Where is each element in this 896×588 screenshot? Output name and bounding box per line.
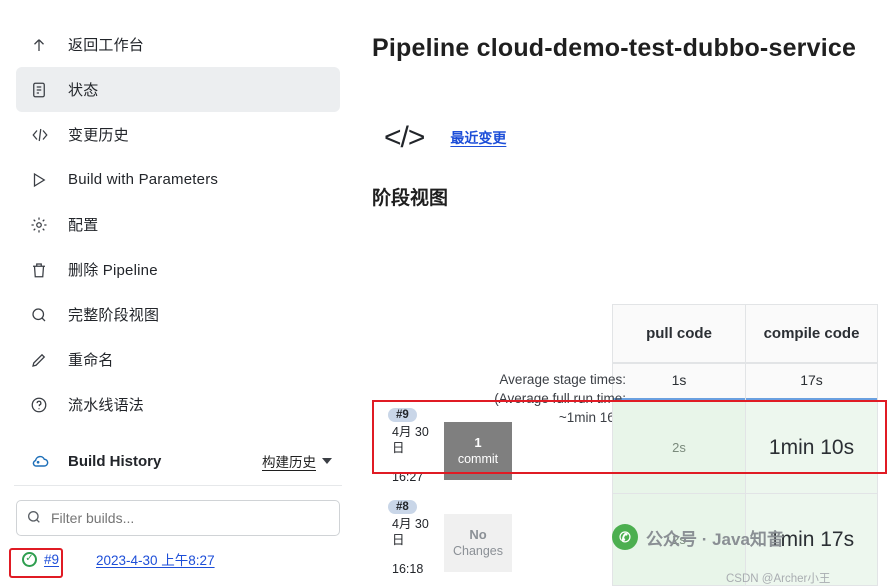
run-badge[interactable]: #8 — [388, 500, 417, 514]
sidebar-item-configure[interactable]: 配置 — [16, 202, 340, 247]
sidebar-item-label: 配置 — [68, 217, 99, 234]
run-commit-count: No — [469, 527, 487, 542]
filter-builds-input[interactable] — [16, 500, 340, 536]
build-row[interactable]: ✓ #8 2023-4-30 上午8:18 — [16, 582, 340, 588]
run-badge[interactable]: #9 — [388, 408, 417, 422]
sidebar-item-rename[interactable]: 重命名 — [16, 337, 340, 382]
sidebar-item-label: 流水线语法 — [68, 397, 145, 414]
sidebar: 返回工作台 状态 变更历史 Build with Parameters 配置 删… — [0, 0, 356, 588]
run-info-cell: #9 4月 30 日 16:27 1 commit — [372, 402, 612, 494]
stage-average-pull-code: 1s — [612, 362, 745, 402]
recent-changes-row: </> 最近变更 — [356, 63, 896, 155]
run-commit-box[interactable]: 1 commit — [444, 422, 512, 480]
watermark-credit: CSDN @Archer小王 — [726, 573, 831, 585]
sidebar-item-status[interactable]: 状态 — [16, 67, 340, 112]
code-brackets-icon — [30, 124, 60, 146]
stage-header-row: pull code compile code — [372, 304, 896, 362]
search-icon — [30, 304, 60, 326]
sidebar-nav: 返回工作台 状态 变更历史 Build with Parameters 配置 删… — [0, 0, 356, 427]
code-brackets-icon: </> — [384, 121, 425, 154]
stage-average-compile-code: 17s — [745, 362, 878, 402]
stage-column-compile-code: compile code — [745, 304, 878, 362]
sidebar-item-label: 重命名 — [68, 352, 114, 369]
sidebar-item-label: 完整阶段视图 — [68, 307, 160, 324]
run-info-cell: #8 4月 30 日 16:18 No Changes — [372, 494, 612, 586]
sidebar-item-full-stage-view[interactable]: 完整阶段视图 — [16, 292, 340, 337]
selected-build-highlight — [9, 548, 63, 578]
recent-changes-link[interactable]: 最近变更 — [450, 128, 506, 148]
cloud-build-icon — [30, 450, 60, 472]
arrow-up-icon — [30, 34, 60, 56]
stage-average-time: 17s — [746, 363, 877, 398]
sidebar-item-label: 返回工作台 — [68, 37, 145, 54]
run-date-line1: 4月 30 — [392, 517, 429, 531]
stage-name: compile code — [763, 325, 860, 342]
chevron-down-icon[interactable] — [322, 458, 332, 464]
run-date: 4月 30 日 — [392, 516, 436, 548]
sidebar-item-back-to-dashboard[interactable]: 返回工作台 — [16, 22, 340, 67]
run-date: 4月 30 日 — [392, 424, 436, 456]
pencil-icon — [30, 349, 60, 371]
build-history-title: Build History — [68, 452, 162, 470]
build-history-divider — [14, 485, 342, 486]
build-row[interactable]: ✓ #9 2023-4-30 上午8:27 — [16, 542, 340, 576]
stage-cell-compile-code[interactable]: 1min 10s — [745, 402, 878, 494]
stage-column-pull-code: pull code — [612, 304, 745, 362]
stage-average-row: 1s 17s — [372, 362, 896, 402]
run-date-line2: 日 — [392, 441, 405, 455]
wechat-icon: ✆ — [612, 524, 638, 550]
sidebar-item-pipeline-syntax[interactable]: 流水线语法 — [16, 382, 340, 427]
run-commit-label: Changes — [452, 544, 504, 558]
sidebar-item-label: 删除 Pipeline — [68, 262, 158, 279]
stage-name: pull code — [646, 325, 712, 342]
sidebar-item-delete-pipeline[interactable]: 删除 Pipeline — [16, 247, 340, 292]
page-title: Pipeline cloud-demo-test-dubbo-service — [372, 34, 857, 62]
sidebar-item-label: Build with Parameters — [68, 171, 219, 188]
stage-header-spacer — [372, 304, 612, 362]
run-commit-label: commit — [457, 452, 499, 466]
average-stage-times-line1: Average stage times: — [499, 372, 626, 387]
watermark: ✆ 公众号 · Java知音 — [612, 524, 784, 550]
build-date-link[interactable]: 2023-4-30 上午8:27 — [96, 549, 215, 569]
search-icon — [26, 509, 42, 530]
run-commit-count: 1 — [474, 435, 482, 450]
build-history-header: Build History 构建历史 — [16, 441, 340, 481]
stage-average-time: 1s — [613, 363, 745, 398]
filter-builds-wrap — [16, 500, 340, 536]
run-time: 16:27 — [392, 470, 424, 484]
run-date-line2: 日 — [392, 533, 405, 547]
sidebar-item-label: 变更历史 — [68, 127, 129, 144]
stage-view-title: 阶段视图 — [372, 188, 449, 209]
stage-cell-pull-code[interactable]: 2s — [612, 402, 745, 494]
stage-run-row[interactable]: #9 4月 30 日 16:27 1 commit 2s 1min 10s — [372, 402, 896, 494]
question-circle-icon — [30, 394, 60, 416]
gear-icon — [30, 214, 60, 236]
run-time: 16:18 — [392, 562, 424, 576]
build-history-link[interactable]: 构建历史 — [262, 451, 316, 471]
watermark-text: 公众号 · Java知音 — [646, 529, 784, 549]
sidebar-item-label: 状态 — [68, 82, 99, 99]
run-commit-box[interactable]: No Changes — [444, 514, 512, 572]
sidebar-item-change-history[interactable]: 变更历史 — [16, 112, 340, 157]
play-triangle-icon — [30, 169, 60, 191]
trash-icon — [30, 259, 60, 281]
run-date-line1: 4月 30 — [392, 425, 429, 439]
document-icon — [30, 79, 60, 101]
sidebar-item-build-with-parameters[interactable]: Build with Parameters — [16, 157, 340, 202]
